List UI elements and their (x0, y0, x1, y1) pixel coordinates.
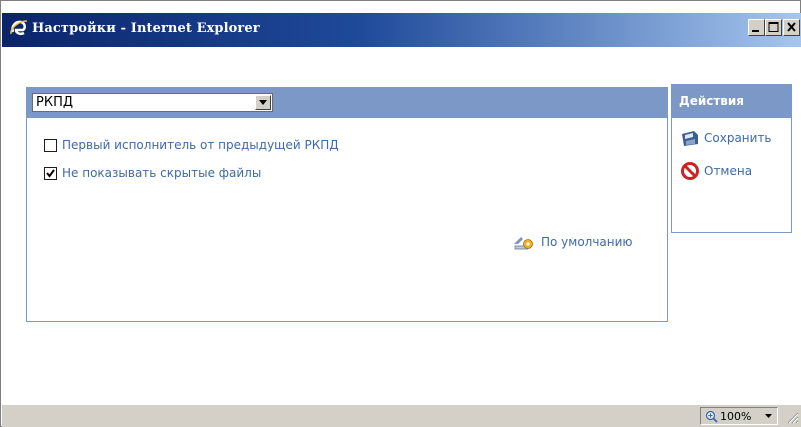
option-hide-hidden-files-label: Не показывать скрытые файлы (62, 166, 262, 180)
actions-title: Действия (679, 94, 745, 108)
settings-panel-header: РКПД (27, 88, 667, 118)
status-bar: 100% (2, 404, 801, 427)
maximize-button[interactable] (765, 19, 782, 36)
page-content: РКПД Первый исполнитель от предыдущей РК… (2, 47, 801, 404)
window-title: Настройки - Internet Explorer (32, 21, 260, 36)
actions-header: Действия (672, 85, 791, 118)
zoom-icon (705, 410, 718, 423)
title-bar[interactable]: Настройки - Internet Explorer (2, 13, 801, 47)
zoom-control[interactable]: 100% (700, 407, 778, 425)
document-type-select[interactable]: РКПД (32, 93, 273, 112)
resize-grip-icon[interactable] (786, 411, 799, 424)
defaults-label: По умолчанию (541, 235, 633, 249)
checkbox-first-executor[interactable] (44, 139, 57, 152)
settings-panel: РКПД Первый исполнитель от предыдущей РК… (26, 87, 668, 322)
cancel-icon (681, 162, 699, 180)
zoom-level: 100% (720, 410, 752, 423)
chevron-down-icon[interactable] (765, 414, 772, 419)
cancel-label: Отмена (704, 164, 753, 178)
option-first-executor-label: Первый исполнитель от предыдущей РКПД (62, 138, 339, 152)
checkbox-hide-hidden-files[interactable] (44, 167, 57, 180)
dropdown-arrow-icon (259, 100, 267, 105)
close-button[interactable] (783, 19, 800, 36)
ie-icon (10, 20, 28, 36)
select-value: РКПД (36, 95, 74, 110)
select-dropdown-button[interactable] (255, 95, 271, 110)
defaults-icon (514, 237, 533, 250)
actions-panel: Действия Сохранить Отмена (671, 84, 792, 233)
maximize-icon (768, 22, 779, 32)
checkmark-icon (46, 169, 55, 178)
browser-window: Настройки - Internet Explorer РКПД Первы… (0, 0, 801, 427)
minimize-button[interactable] (748, 19, 765, 36)
save-icon (682, 131, 698, 146)
close-icon (787, 22, 796, 32)
save-label: Сохранить (704, 131, 772, 145)
minimize-icon (752, 30, 759, 32)
